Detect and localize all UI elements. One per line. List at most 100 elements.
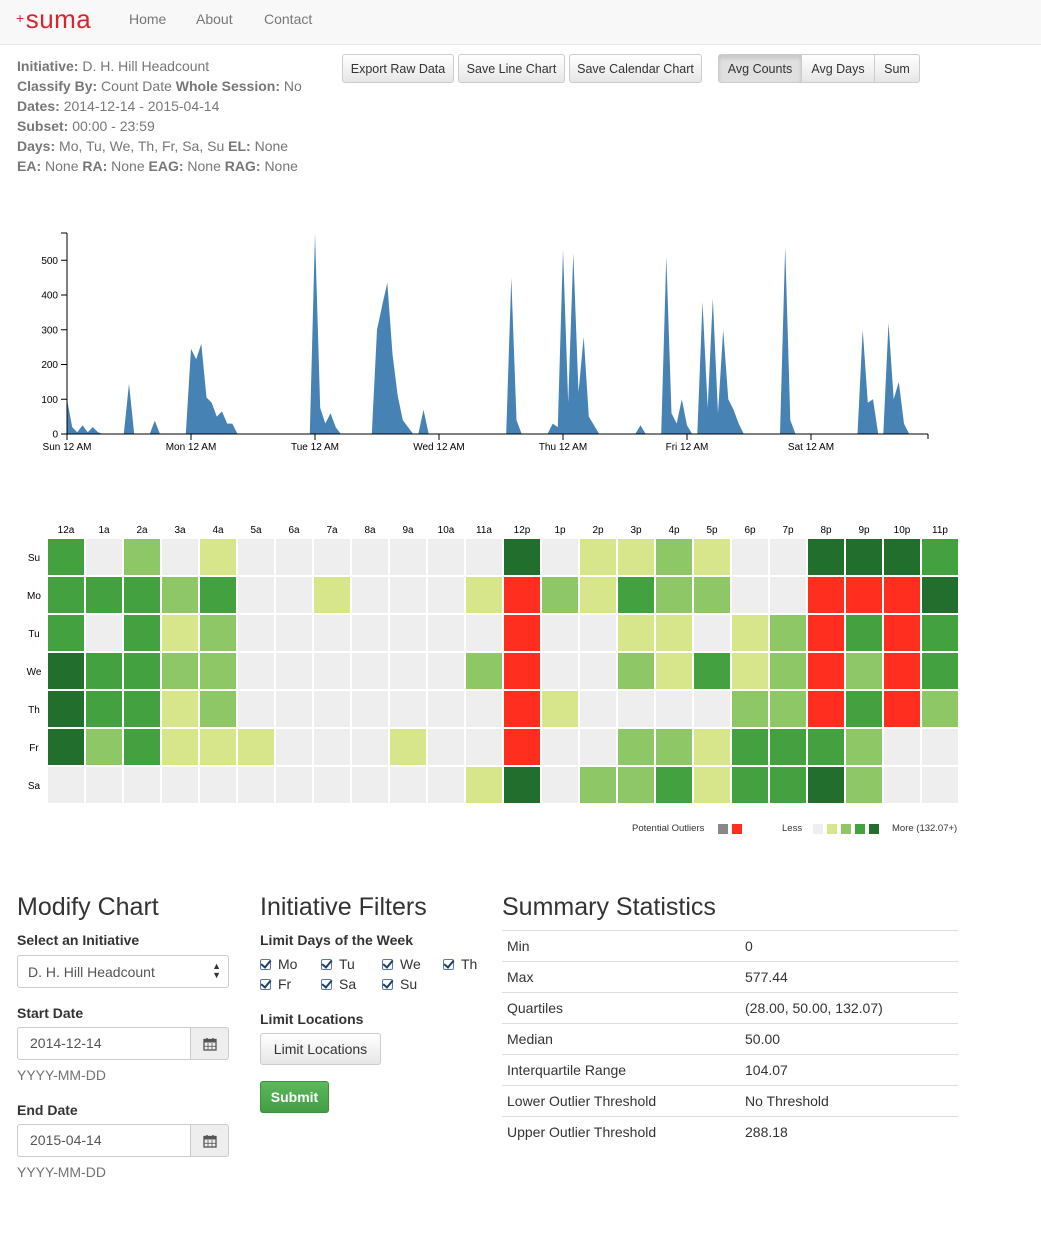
heatmap-cell	[464, 651, 504, 691]
checkbox-th[interactable]: Th	[443, 956, 477, 972]
heatmap-cell	[692, 613, 732, 653]
heatmap-cell	[160, 765, 200, 805]
heatmap-cell	[122, 727, 162, 767]
sum-button[interactable]: Sum	[874, 54, 920, 83]
checkbox-sa[interactable]: Sa	[321, 976, 356, 992]
submit-button[interactable]: Submit	[260, 1081, 329, 1113]
hour-label: 6p	[744, 525, 756, 536]
heatmap-cell	[578, 765, 618, 805]
checkbox-tu[interactable]: Tu	[321, 956, 355, 972]
heatmap-cell	[844, 537, 884, 577]
subset-value: 00:00 - 23:59	[72, 118, 155, 134]
heatmap-cell	[122, 613, 162, 653]
hour-label: 12a	[58, 525, 75, 536]
heatmap-cell	[84, 613, 124, 653]
nav-home-link[interactable]: Home	[129, 11, 166, 27]
avg-counts-button[interactable]: Avg Counts	[718, 54, 802, 83]
heatmap-cell	[920, 613, 960, 653]
rag-label: RAG:	[224, 158, 261, 174]
ra-label: RA:	[82, 158, 108, 174]
hour-label: 12p	[514, 525, 531, 536]
heatmap-cell	[426, 689, 466, 729]
heatmap-cell	[350, 537, 390, 577]
stat-label: Min	[507, 938, 530, 954]
heatmap-cell	[122, 765, 162, 805]
avg-days-button[interactable]: Avg Days	[801, 54, 875, 83]
initiative-select[interactable]: D. H. Hill Headcount ▲ ▼	[17, 955, 229, 988]
rag-value: None	[264, 158, 298, 174]
checkbox-we[interactable]: We	[382, 956, 421, 972]
checkbox-fr[interactable]: Fr	[260, 976, 291, 992]
whole-session-label: Whole Session:	[175, 78, 280, 94]
heatmap-cell	[274, 575, 314, 615]
export-raw-data-button[interactable]: Export Raw Data	[342, 54, 454, 83]
stat-label: Max	[507, 969, 534, 985]
heatmap-cell	[198, 613, 238, 653]
brand-logo[interactable]: +suma	[16, 4, 91, 35]
heatmap-cell	[654, 613, 694, 653]
legend-scale-swatch-3	[855, 824, 865, 834]
save-line-chart-button[interactable]: Save Line Chart	[458, 54, 565, 83]
heatmap-cell	[616, 651, 656, 691]
heatmap-cell	[578, 651, 618, 691]
day-label: Tu	[28, 629, 39, 640]
heatmap-cell	[578, 727, 618, 767]
start-date-input[interactable]: 2014-12-14	[17, 1027, 191, 1060]
stat-label: Quartiles	[507, 1000, 564, 1016]
save-calendar-chart-button[interactable]: Save Calendar Chart	[569, 54, 702, 83]
dates-value: 2014-12-14 - 2015-04-14	[63, 98, 220, 114]
hour-label: 6a	[288, 525, 300, 536]
heatmap-cell	[46, 765, 86, 805]
checkbox-label: Sa	[339, 976, 357, 992]
heatmap-cell	[540, 651, 580, 691]
hour-label: 10a	[438, 525, 455, 536]
stat-value: 0	[745, 938, 753, 954]
heatmap-cell	[502, 689, 542, 729]
select-updown-icon: ▲ ▼	[212, 961, 221, 980]
checkbox-su[interactable]: Su	[382, 976, 417, 992]
table-row: Max 577.44	[502, 961, 958, 992]
modify-chart-heading: Modify Chart	[17, 893, 159, 921]
hour-label: 4a	[212, 525, 224, 536]
el-value: None	[254, 138, 289, 154]
hour-label: 2a	[136, 525, 148, 536]
heatmap-cell	[920, 765, 960, 805]
hour-label: 11a	[476, 525, 492, 536]
initiative-label: Initiative:	[17, 58, 79, 74]
stat-label: Lower Outlier Threshold	[507, 1093, 657, 1109]
hour-label: 1a	[98, 525, 110, 536]
hourly-line-chart: 0 100 200 300 400 500 Sun 12 AM Mon 12 AM Tue 12…	[41, 232, 930, 453]
limit-locations-button[interactable]: Limit Locations	[260, 1033, 381, 1065]
legend-scale-swatch-0	[813, 824, 823, 834]
y-tick-label: 200	[41, 360, 58, 371]
checkbox-checked-icon	[382, 978, 393, 990]
dates-label: Dates:	[17, 98, 60, 114]
hour-label: 4p	[668, 525, 680, 536]
heatmap-cell	[274, 537, 314, 577]
end-date-input[interactable]: 2015-04-14	[17, 1124, 191, 1157]
nav-about-link[interactable]: About	[196, 11, 233, 27]
heatmap-cell	[730, 727, 770, 767]
heatmap-cell	[160, 537, 200, 577]
heatmap-cell	[578, 537, 618, 577]
heatmap-cell	[502, 613, 542, 653]
stat-value: (28.00, 50.00, 132.07)	[745, 1000, 883, 1016]
hour-label: 3p	[630, 525, 642, 536]
nav-contact-link[interactable]: Contact	[264, 11, 312, 27]
start-date-calendar-button[interactable]	[190, 1027, 229, 1060]
heatmap-cell	[616, 689, 656, 729]
heatmap-cell	[312, 575, 352, 615]
day-label: Th	[28, 705, 40, 716]
heatmap-cell	[350, 575, 390, 615]
heatmap-cell	[920, 651, 960, 691]
initiative-select-value: D. H. Hill Headcount	[28, 964, 155, 980]
heatmap-cell	[806, 575, 846, 615]
end-date-calendar-button[interactable]	[190, 1124, 229, 1157]
ra-value: None	[111, 158, 145, 174]
heatmap-cell	[540, 575, 580, 615]
eag-value: None	[187, 158, 221, 174]
hour-label: 9a	[402, 525, 414, 536]
heatmap-cell	[654, 651, 694, 691]
checkbox-mo[interactable]: Mo	[260, 956, 297, 972]
heatmap-cell	[122, 689, 162, 729]
